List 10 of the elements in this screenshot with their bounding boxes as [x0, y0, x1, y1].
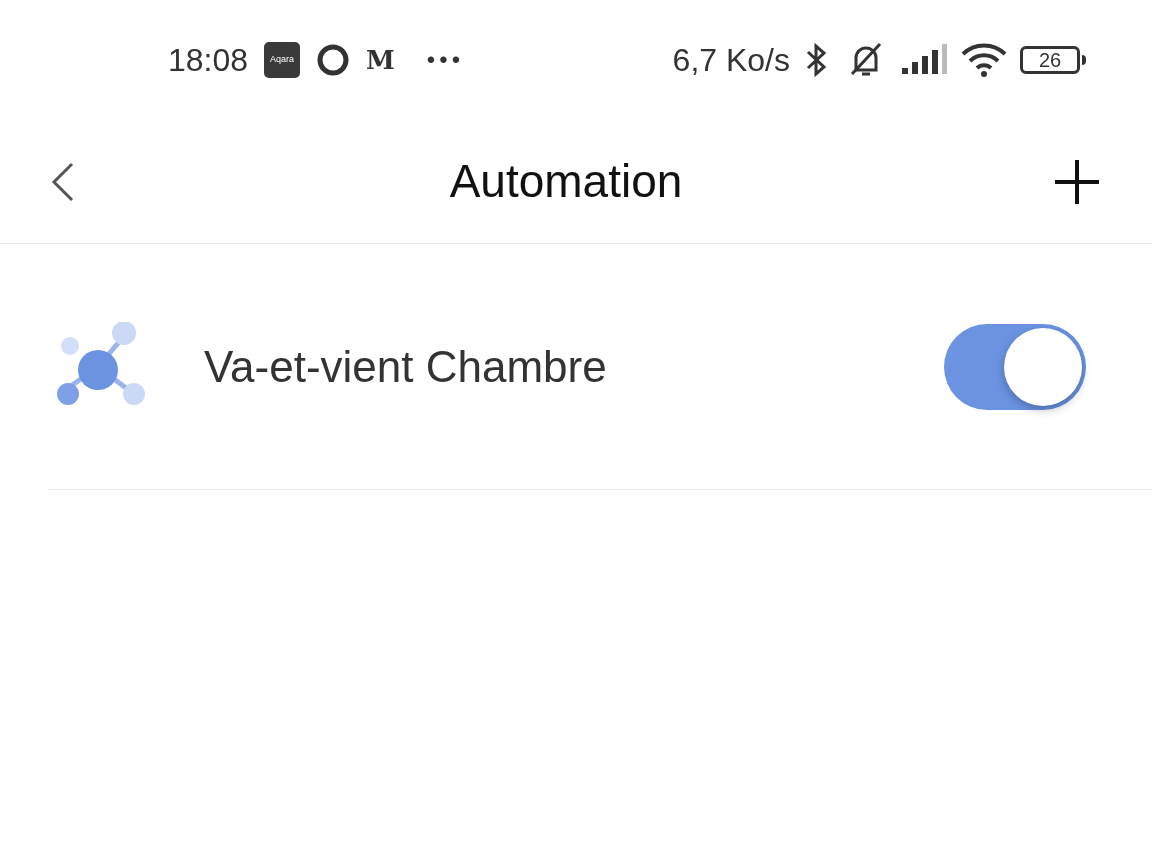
status-time: 18:08 — [168, 41, 249, 80]
page-title: Automation — [449, 154, 683, 209]
more-indicator: ••• — [426, 45, 465, 75]
ring-icon — [316, 43, 351, 77]
app-icon: M — [366, 47, 395, 73]
network-speed: 6,7 Ko/s — [672, 41, 790, 80]
app-icon: Aqara — [264, 42, 301, 78]
signal-icon — [900, 44, 948, 76]
automation-name: Va-et-vient Chambre — [204, 340, 608, 393]
wifi-icon — [960, 42, 1008, 78]
